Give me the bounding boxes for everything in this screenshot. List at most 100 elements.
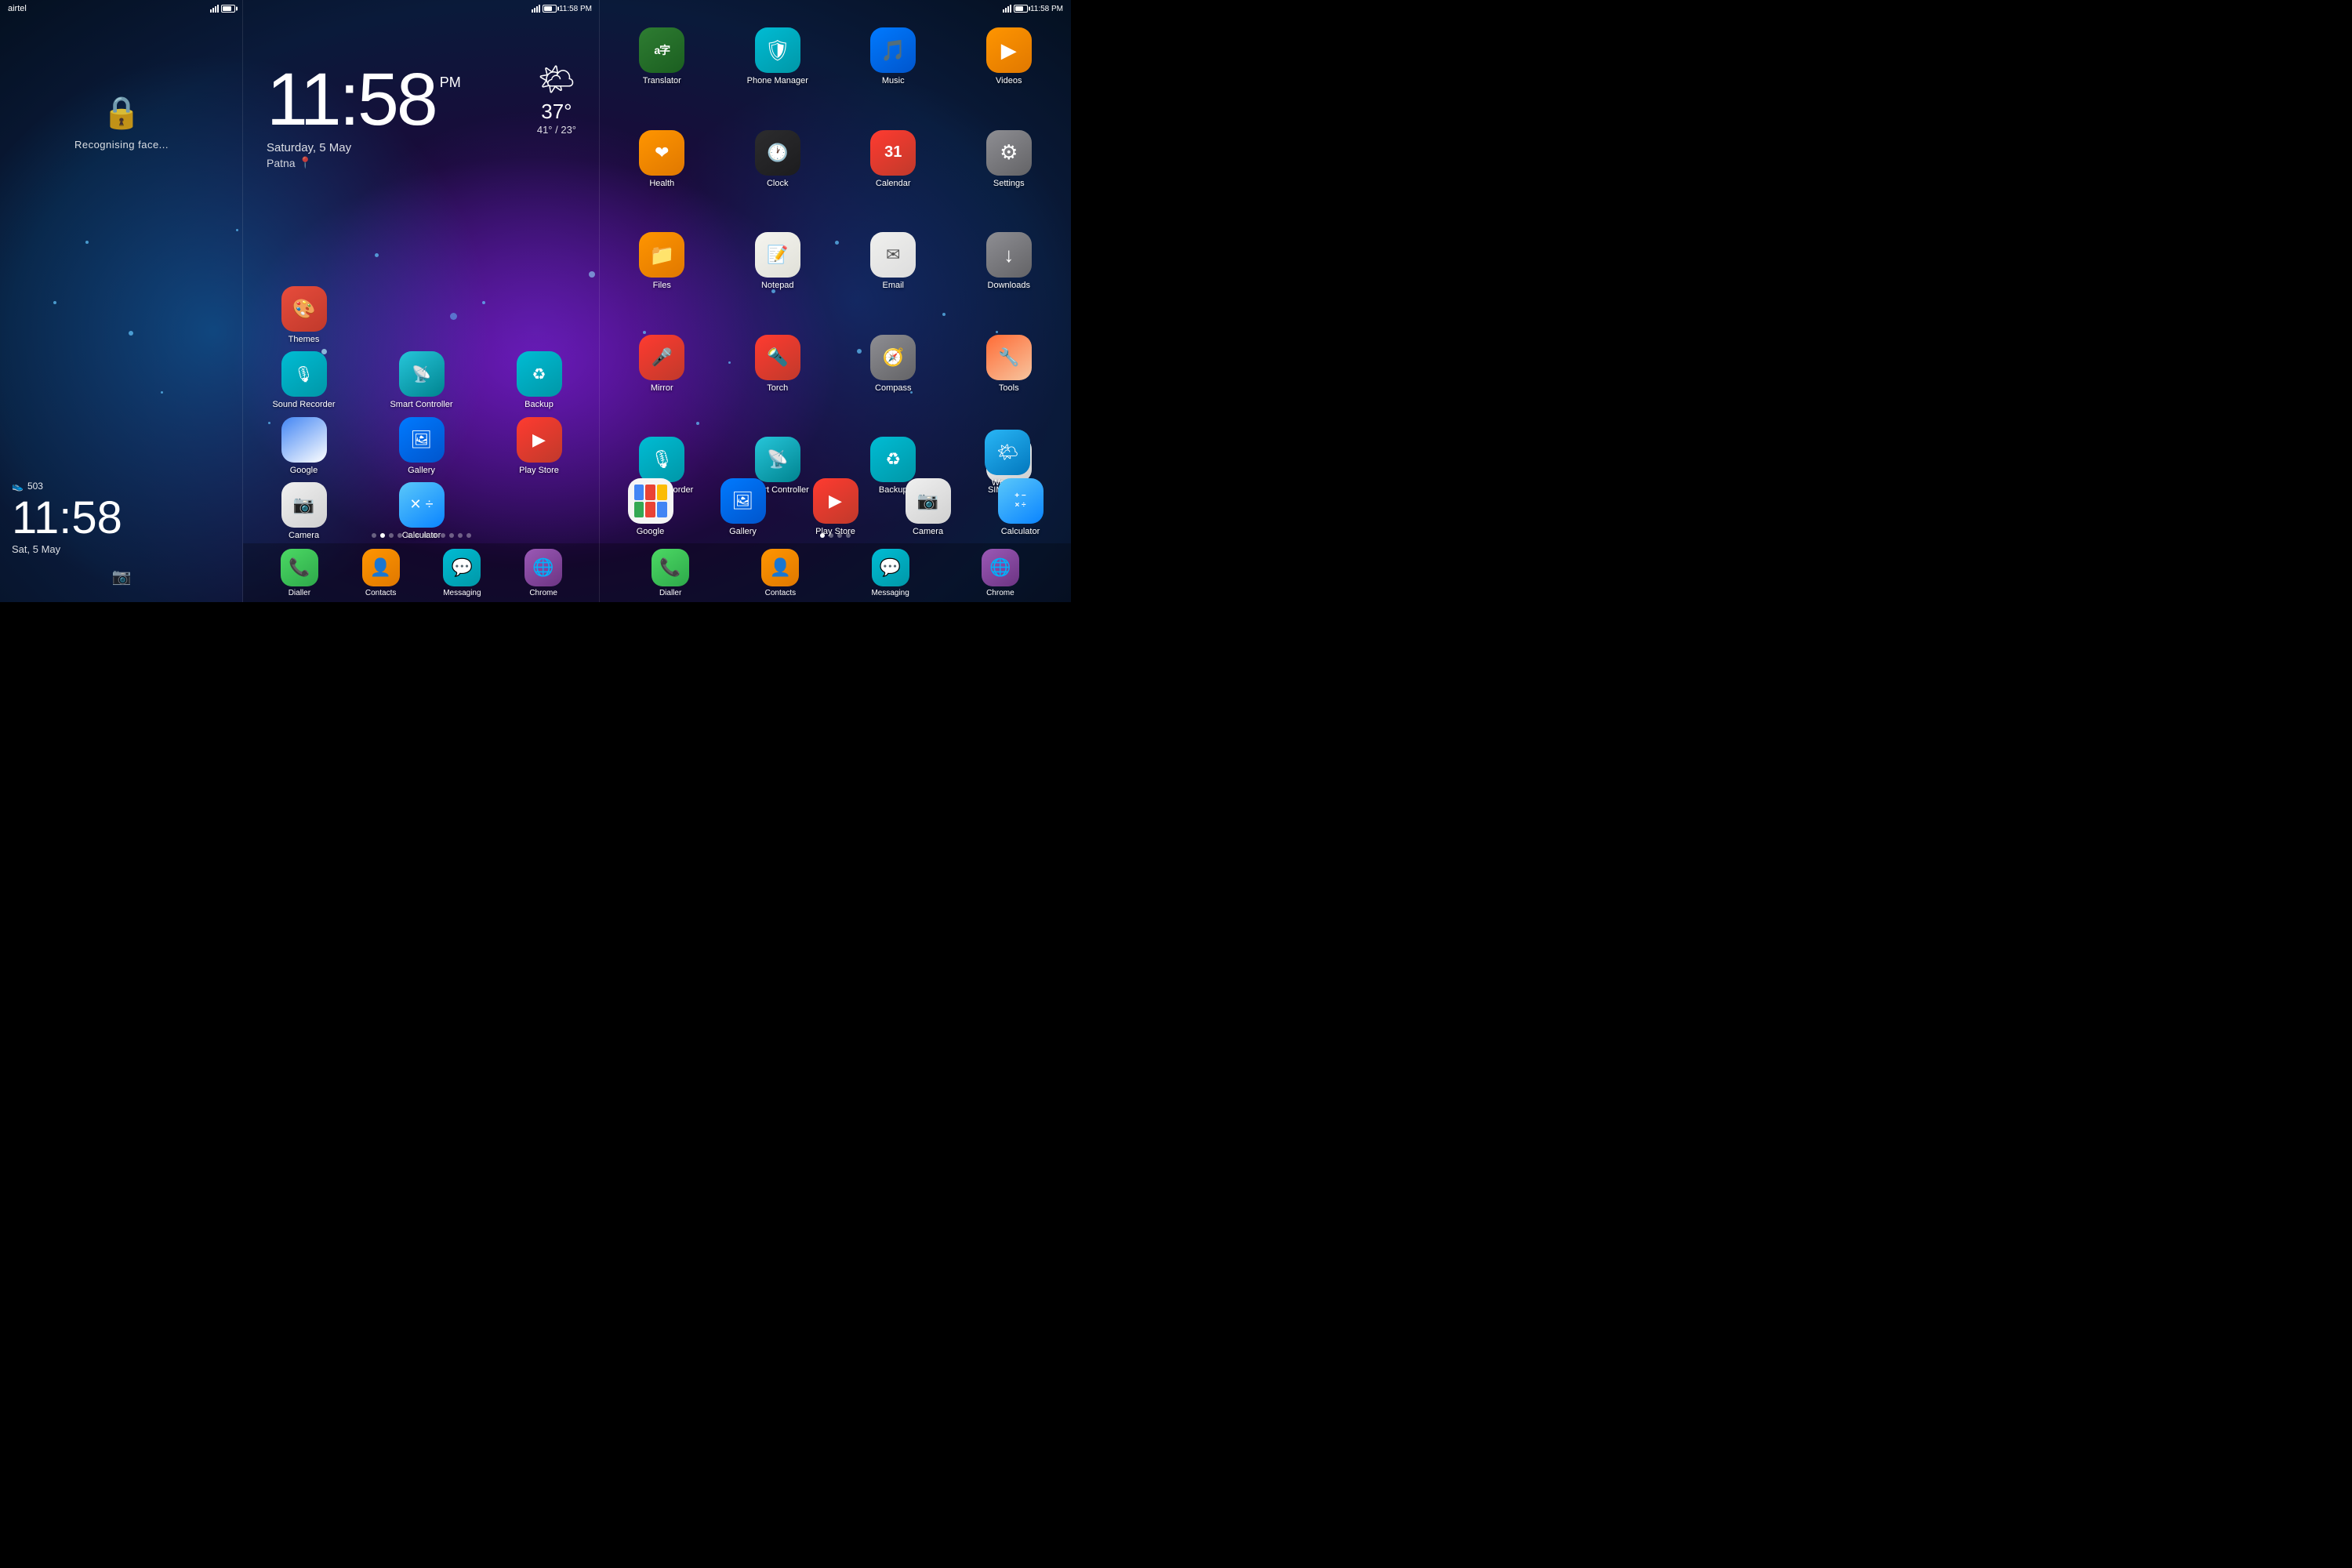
app-row-4: 📷 Camera ✕ ÷ Calculator [247, 482, 596, 541]
calculator-icon: ✕ ÷ [399, 482, 445, 528]
dock-chrome-right[interactable]: 🌐 Chrome [975, 549, 1025, 597]
dock-chrome-label-right: Chrome [986, 589, 1014, 597]
files-icon: 📁 [639, 232, 684, 278]
app-clock[interactable]: 🕐 Clock [722, 130, 834, 229]
backup-icon: ♻ [517, 351, 562, 397]
app-torch[interactable]: 🔦 Torch [722, 335, 834, 434]
dock-dialler-mid[interactable]: 📞 Dialler [274, 549, 325, 597]
app-smart-controller-mid[interactable]: 📡 Smart Controller [365, 351, 478, 410]
lock-icon: 🔒 [102, 94, 141, 131]
dock-contacts-right[interactable]: 👤 Contacts [755, 549, 806, 597]
app-gallery[interactable]: 🖼 Gallery [699, 478, 787, 537]
status-bar-left: airtel [0, 0, 243, 17]
location-pin-icon: 📍 [299, 156, 312, 169]
dock-chrome-label-mid: Chrome [529, 589, 557, 597]
status-icons-left [210, 5, 235, 13]
dock-messaging-mid[interactable]: 💬 Messaging [437, 549, 488, 597]
rdot-0 [820, 533, 825, 538]
phone-manager-label: Phone Manager [747, 76, 808, 86]
camera-button[interactable]: 📷 [112, 567, 132, 586]
app-music[interactable]: 🎵 Music [837, 27, 949, 126]
clock-icon: 🕐 [755, 130, 800, 176]
calendar-label: Calendar [876, 179, 911, 189]
dock-messaging-right[interactable]: 💬 Messaging [865, 549, 916, 597]
app-translator[interactable]: a字 Translator [606, 27, 718, 126]
app-calendar[interactable]: 31 Calendar [837, 130, 949, 229]
dock-chrome-mid[interactable]: 🌐 Chrome [518, 549, 569, 597]
videos-label: Videos [996, 76, 1022, 86]
dock-messaging-label-right: Messaging [871, 589, 909, 597]
app-email[interactable]: ✉ Email [837, 232, 949, 331]
dock-messaging-icon-right: 💬 [872, 549, 909, 586]
battery-mid [543, 5, 557, 13]
clock-location: Patna 📍 [267, 156, 312, 169]
google-icon-r [628, 478, 673, 524]
dock-contacts-mid[interactable]: 👤 Contacts [355, 549, 406, 597]
status-bar-right: 11:58 PM [600, 0, 1071, 17]
app-sound-recorder-mid[interactable]: 🎙 Sound Recorder [247, 351, 361, 410]
dock-messaging-label-mid: Messaging [443, 589, 481, 597]
app-phone-manager[interactable]: 🛡 Phone Manager [722, 27, 834, 126]
dock-right: 📞 Dialler 👤 Contacts 💬 Messaging 🌐 Chrom… [600, 543, 1071, 602]
camera-icon-r: 📷 [906, 478, 951, 524]
health-label: Health [649, 179, 674, 189]
rdot-2 [837, 533, 842, 538]
clock-ampm: PM [440, 74, 461, 91]
sound-recorder-label: Sound Recorder [272, 400, 335, 410]
app-mirror[interactable]: 🎤 Mirror [606, 335, 718, 434]
signal-icon [210, 5, 219, 13]
app-videos[interactable]: ▶ Videos [953, 27, 1065, 126]
dock-contacts-label-right: Contacts [765, 589, 796, 597]
playstore-label: Play Store [519, 466, 559, 476]
settings-label: Settings [993, 179, 1025, 189]
app-tools[interactable]: 🔧 Tools [953, 335, 1065, 434]
compass-icon: 🧭 [870, 335, 916, 380]
page-dots-right [600, 533, 1071, 538]
lock-screen-panel: airtel 🔒 Recognising face... 👟 [0, 0, 243, 602]
dock-dialler-icon-right: 📞 [652, 549, 689, 586]
files-label: Files [653, 281, 671, 291]
backup-icon-r: ♻ [870, 437, 916, 482]
lock-time: 11:58 [12, 495, 122, 541]
videos-icon: ▶ [986, 27, 1032, 73]
camera-icon: 📷 [281, 482, 327, 528]
mid-panel: 11:58 PM 11:58 PM Saturday, 5 May Patna … [243, 0, 600, 602]
lock-date: Sat, 5 May [12, 543, 122, 555]
gallery-icon-r: 🖼 [720, 478, 766, 524]
app-backup-mid[interactable]: ♻ Backup [482, 351, 596, 410]
weather-widget: 🌤 37° 41° / 23° [537, 63, 576, 136]
app-calculator[interactable]: + − × ÷ Calculator [976, 478, 1065, 537]
app-google[interactable]: Google [606, 478, 695, 537]
translator-icon: a字 [639, 27, 684, 73]
compass-label: Compass [875, 383, 911, 394]
app-themes[interactable]: 🎨 Themes [247, 286, 361, 345]
app-google-mid[interactable]: Google [247, 417, 361, 476]
app-health[interactable]: ❤ Health [606, 130, 718, 229]
app-compass[interactable]: 🧭 Compass [837, 335, 949, 434]
app-row-3: Google 🖼 Gallery ▶ Play Store [247, 417, 596, 476]
time-mid: 11:58 PM [559, 5, 592, 13]
app-downloads[interactable]: ↓ Downloads [953, 232, 1065, 331]
app-gallery-mid[interactable]: 🖼 Gallery [365, 417, 478, 476]
calculator-icon-r: + − × ÷ [998, 478, 1044, 524]
app-row-2: 🎙 Sound Recorder 📡 Smart Controller ♻ Ba… [247, 351, 596, 410]
app-calculator-mid[interactable]: ✕ ÷ Calculator [365, 482, 478, 541]
weather-range: 41° / 23° [537, 124, 576, 136]
dock-dialler-right[interactable]: 📞 Dialler [645, 549, 696, 597]
weather-temp: 37° [537, 100, 576, 124]
themes-icon: 🎨 [281, 286, 327, 332]
battery-right [1014, 5, 1028, 13]
app-play-store[interactable]: ▶ Play Store [791, 478, 880, 537]
app-settings[interactable]: ⚙ Settings [953, 130, 1065, 229]
clock-time-row: 11:58 PM [267, 63, 461, 137]
phone-manager-icon: 🛡 [755, 27, 800, 73]
downloads-icon: ↓ [986, 232, 1032, 278]
app-playstore-mid[interactable]: ▶ Play Store [482, 417, 596, 476]
lock-recognising-text: Recognising face... [74, 139, 169, 151]
app-camera-mid[interactable]: 📷 Camera [247, 482, 361, 541]
app-notepad[interactable]: 📝 Notepad [722, 232, 834, 331]
tools-label: Tools [999, 383, 1019, 394]
app-files[interactable]: 📁 Files [606, 232, 718, 331]
app-camera[interactable]: 📷 Camera [884, 478, 972, 537]
signal-icon-mid [532, 5, 540, 13]
